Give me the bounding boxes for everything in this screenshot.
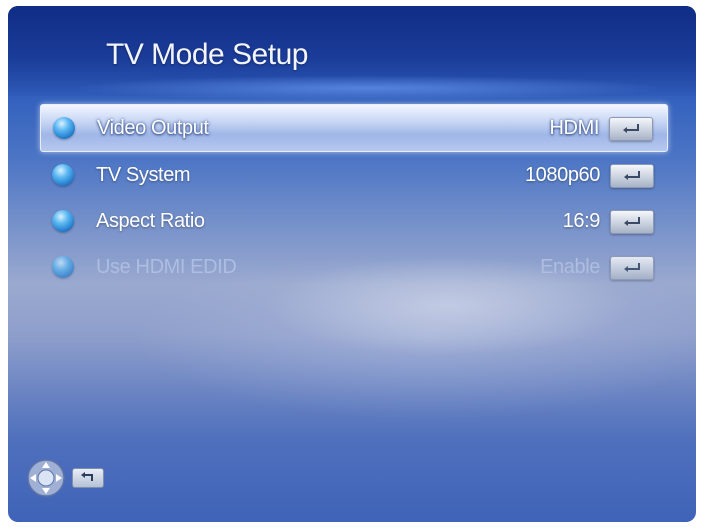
blue-orb-icon [52,164,74,186]
menu-item-value: HDMI [549,117,599,139]
menu-item-label: TV System [96,164,191,186]
enter-key-icon[interactable] [610,164,654,188]
dpad-icon [26,458,66,498]
menu-item-value: Enable [540,256,600,278]
enter-key-icon[interactable] [609,117,653,141]
menu-item-label: Use HDMI EDID [96,256,237,278]
settings-menu: Video Output HDMI TV System 1080p60 Aspe… [40,104,668,290]
menu-item-tv-system[interactable]: TV System 1080p60 [40,152,668,198]
return-key-icon[interactable] [72,468,104,488]
page-title: TV Mode Setup [106,38,308,71]
menu-item-value: 1080p60 [524,164,600,186]
tv-setup-screen: TV Mode Setup Video Output HDMI TV Syste… [8,6,696,522]
enter-key-icon[interactable] [610,256,654,280]
menu-item-label: Aspect Ratio [96,210,205,232]
menu-item-label: Video Output [97,117,209,139]
menu-item-aspect-ratio[interactable]: Aspect Ratio 16:9 [40,198,668,244]
blue-orb-icon [53,117,75,139]
menu-item-use-hdmi-edid[interactable]: Use HDMI EDID Enable [40,244,668,290]
menu-item-value: 16:9 [562,210,601,232]
menu-item-video-output[interactable]: Video Output HDMI [40,104,668,152]
blue-orb-icon [52,256,74,278]
navigation-hints [26,458,104,498]
header-glow [8,74,696,104]
enter-key-icon[interactable] [610,210,654,234]
blue-orb-icon [52,210,74,232]
